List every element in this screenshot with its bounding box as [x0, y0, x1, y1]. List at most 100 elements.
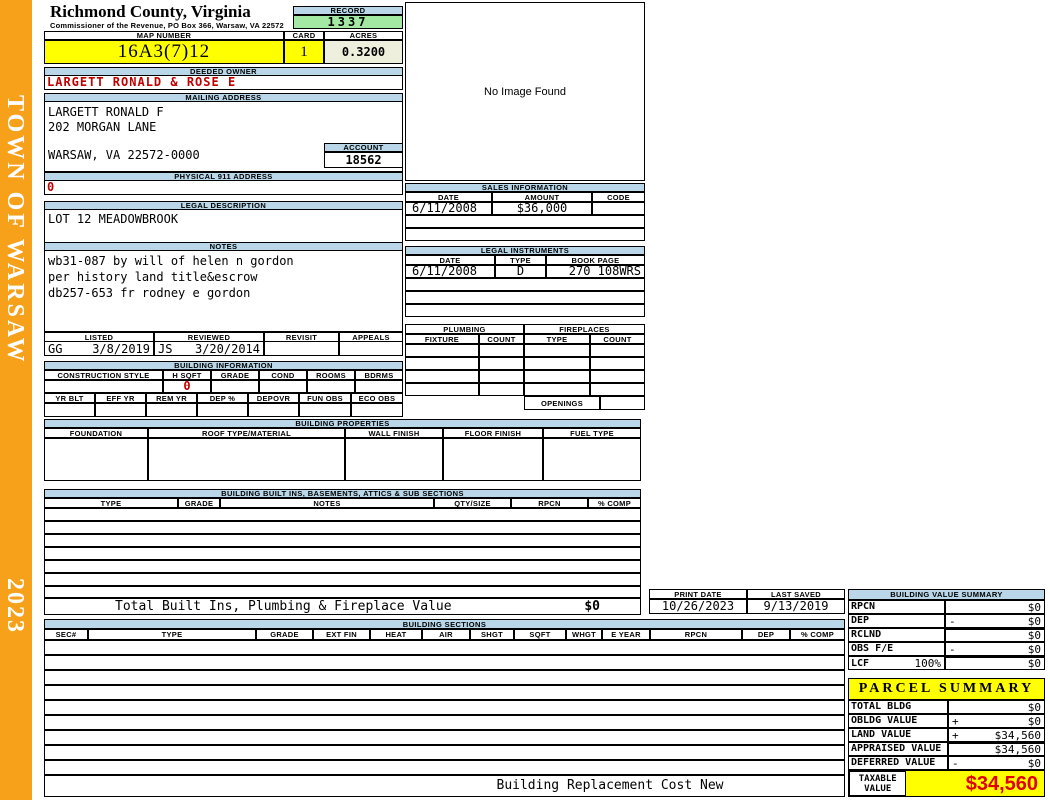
- map-number-value[interactable]: 16A3(7)12: [44, 40, 284, 64]
- built-ins-total-row: Total Built Ins, Plumbing & Fireplace Va…: [44, 598, 641, 615]
- remyr-value[interactable]: [146, 403, 197, 417]
- bvs-obsfe-value: $0: [1027, 642, 1041, 656]
- bvs-row-obsfe: OBS F/E - $0: [848, 642, 1045, 656]
- wall-finish-value[interactable]: [345, 438, 443, 481]
- depovr-value[interactable]: [248, 403, 299, 417]
- listed-by: GG: [48, 341, 63, 356]
- bvs-obsfe-value-cell[interactable]: - $0: [945, 642, 1045, 656]
- fireplace-count-cell[interactable]: [590, 383, 645, 396]
- depovr-label: DEPOVR: [248, 393, 299, 403]
- fixture-cell[interactable]: [405, 344, 479, 357]
- construction-style-value[interactable]: [44, 380, 163, 393]
- reviewed-date: 3/20/2014: [194, 341, 260, 356]
- funobs-value[interactable]: [299, 403, 351, 417]
- card-value[interactable]: 1: [284, 40, 324, 64]
- appraised-value-cell[interactable]: $34,560: [948, 742, 1045, 756]
- plumbing-count-cell[interactable]: [479, 370, 524, 383]
- bdrms-value[interactable]: [355, 380, 403, 393]
- obldg-value-cell[interactable]: + $0: [948, 714, 1045, 728]
- hsqft-value[interactable]: 0: [163, 380, 211, 393]
- effyr-value[interactable]: [95, 403, 146, 417]
- total-bldg-label: TOTAL BLDG VALUE: [848, 700, 948, 724]
- cond-value[interactable]: [259, 380, 307, 393]
- openings-value[interactable]: [600, 396, 645, 410]
- taxable-value[interactable]: $34,560: [906, 771, 1044, 796]
- built-ins-empty-row: [44, 508, 641, 521]
- plumbing-count-cell[interactable]: [479, 344, 524, 357]
- instruments-row-1[interactable]: 6/11/2008 D 270 108WRS: [405, 265, 645, 278]
- fixture-cell[interactable]: [405, 383, 479, 396]
- fuel-type-value[interactable]: [543, 438, 641, 481]
- foundation-value[interactable]: [44, 438, 148, 481]
- record-value[interactable]: 1337: [293, 15, 403, 29]
- roof-value[interactable]: [148, 438, 345, 481]
- notes-line-2: per history land title&escrow: [48, 270, 258, 284]
- total-bldg-value-cell[interactable]: $0: [948, 700, 1045, 714]
- notes-box[interactable]: wb31-087 by will of helen n gordon per h…: [44, 250, 403, 332]
- plumbing-fireplaces-row: [405, 357, 645, 370]
- deferred-value: $0: [1027, 756, 1041, 770]
- reviewed-value[interactable]: JS 3/20/2014: [154, 341, 264, 356]
- bvs-dep-value-cell[interactable]: - $0: [945, 614, 1045, 628]
- sales-code-value: [592, 202, 645, 215]
- built-ins-title: BUILDING BUILT INS, BASEMENTS, ATTICS & …: [44, 489, 641, 498]
- bvs-lcf-label-cell: LCF 100%: [848, 656, 945, 670]
- print-saved-values: 10/26/2023 9/13/2019: [649, 599, 845, 614]
- plumbing-count-cell[interactable]: [479, 357, 524, 370]
- building-info-header2: YR BLT EFF YR REM YR DEP % DEPOVR FUN OB…: [44, 393, 403, 403]
- sections-empty-row: [44, 760, 845, 775]
- bi-qty-label: QTY/SIZE: [434, 498, 511, 508]
- print-saved-header: PRINT DATE LAST SAVED: [649, 589, 845, 599]
- bvs-rclnd-label: RCLND: [848, 628, 945, 642]
- bvs-rclnd-value-cell[interactable]: $0: [945, 628, 1045, 642]
- appeals-value[interactable]: [339, 341, 403, 356]
- fireplace-count-cell[interactable]: [590, 370, 645, 383]
- taxable-label: TAXABLE VALUE: [849, 771, 907, 796]
- land-value-cell[interactable]: + $34,560: [948, 728, 1045, 742]
- sales-empty-row: [405, 215, 645, 228]
- physical-911-value[interactable]: 0: [44, 180, 403, 195]
- building-info-title: BUILDING INFORMATION: [44, 361, 403, 370]
- fireplace-type-cell[interactable]: [524, 370, 590, 383]
- map-value-row: 16A3(7)12 1 0.3200: [44, 40, 403, 64]
- bvs-rpcn-value-cell[interactable]: $0: [945, 600, 1045, 614]
- fireplace-type-cell[interactable]: [524, 344, 590, 357]
- built-ins-header: TYPE GRADE NOTES QTY/SIZE RPCN % COMP: [44, 498, 641, 508]
- grade-value[interactable]: [211, 380, 259, 393]
- yrblt-value[interactable]: [44, 403, 95, 417]
- plumbing-fireplaces-titles: PLUMBING FIREPLACES: [405, 324, 645, 334]
- account-value[interactable]: 18562: [324, 152, 403, 168]
- bvs-row-dep: DEP - $0: [848, 614, 1045, 628]
- revisit-value[interactable]: [264, 341, 339, 356]
- fixture-cell[interactable]: [405, 370, 479, 383]
- ecoobs-value[interactable]: [351, 403, 403, 417]
- no-image-text: No Image Found: [484, 85, 566, 98]
- deeded-owner-value[interactable]: LARGETT RONALD & ROSE E: [44, 75, 403, 90]
- remyr-label: REM YR: [146, 393, 197, 403]
- fireplace-count-cell[interactable]: [590, 357, 645, 370]
- rooms-value[interactable]: [307, 380, 355, 393]
- fireplace-count-cell[interactable]: [590, 344, 645, 357]
- legal-description-value[interactable]: LOT 12 MEADOWBROOK: [44, 209, 403, 243]
- openings-label: OPENINGS: [524, 396, 600, 410]
- fixture-cell[interactable]: [405, 357, 479, 370]
- plumbing-count-cell[interactable]: [479, 383, 524, 396]
- sec-num-label: SEC#: [44, 629, 88, 640]
- acres-value[interactable]: 0.3200: [324, 40, 403, 64]
- bvs-dep-value: $0: [1027, 614, 1041, 628]
- building-props-values: [44, 438, 641, 481]
- bvs-lcf-value-cell[interactable]: $0: [945, 656, 1045, 670]
- built-ins-total-value[interactable]: $0: [584, 599, 600, 614]
- openings-row: OPENINGS: [524, 396, 645, 410]
- parcel-row-totalbldg: TOTAL BLDG VALUE $0: [848, 700, 1045, 724]
- listed-value[interactable]: GG 3/8/2019: [44, 341, 154, 356]
- built-ins-empty-row: [44, 547, 641, 560]
- deppct-value[interactable]: [197, 403, 248, 417]
- deferred-value-cell[interactable]: - $0: [948, 756, 1045, 770]
- fireplace-type-cell[interactable]: [524, 357, 590, 370]
- sales-row-1[interactable]: 6/11/2008 $36,000: [405, 202, 645, 215]
- floor-finish-value[interactable]: [443, 438, 543, 481]
- property-photo-placeholder: No Image Found: [405, 2, 645, 181]
- fireplace-type-cell[interactable]: [524, 383, 590, 396]
- instruments-empty-row: [405, 291, 645, 304]
